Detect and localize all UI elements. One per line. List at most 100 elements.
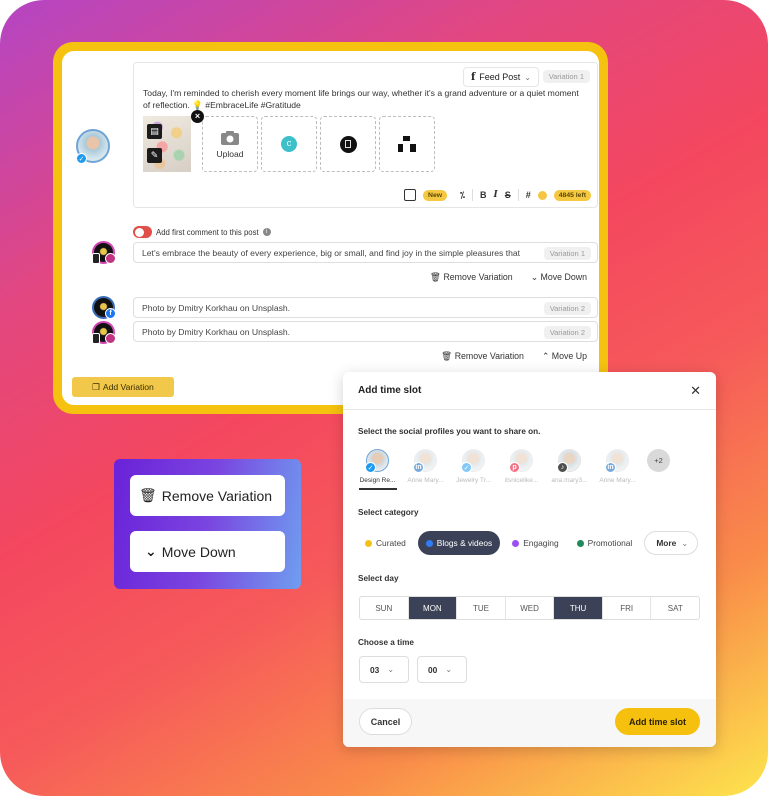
first-comment-toggle[interactable]	[133, 226, 152, 238]
avatar[interactable]	[92, 241, 116, 264]
post-editor[interactable]: f Feed Post ⌄ Variation 1 Today, I'm rem…	[133, 62, 598, 208]
profile-name: itsnicelike...	[504, 477, 539, 484]
hashtag-button[interactable]: #	[526, 190, 531, 200]
day-tue[interactable]: TUE	[457, 597, 506, 619]
more-label: More	[656, 538, 677, 548]
close-icon[interactable]: ×	[191, 110, 204, 123]
category-dot	[425, 539, 433, 547]
pinterest-icon: p	[509, 462, 520, 473]
move-down-label: Move Down	[540, 272, 587, 282]
variation-input[interactable]: Let's embrace the beauty of every experi…	[133, 242, 598, 263]
variation-actions: 🗑 Remove Variation ⌃ Move Up	[441, 351, 587, 362]
category-dot	[576, 539, 584, 547]
day-sat[interactable]: SAT	[651, 597, 699, 619]
avatar[interactable]	[92, 321, 116, 344]
category-blogs-videos[interactable]: Blogs & videos	[417, 531, 501, 555]
add-time-slot-button[interactable]: Add time slot	[615, 708, 700, 735]
category-dot	[512, 539, 520, 547]
italic-button[interactable]: I	[494, 190, 498, 200]
mobile-icon	[92, 253, 100, 264]
camera-icon	[221, 130, 239, 145]
editor-toolbar: New ⁒ B I S # 4845 left	[404, 189, 591, 201]
move-up-button[interactable]: ⌃ Move Up	[542, 351, 587, 362]
avatar: ♪	[557, 449, 581, 473]
toolbar-divider	[517, 189, 519, 201]
profile-item[interactable]: in Anne Mary...	[407, 449, 444, 484]
google-drive-button[interactable]	[320, 116, 376, 172]
instagram-icon	[105, 253, 116, 264]
remove-variation-button[interactable]: 🗑 Remove Variation	[430, 272, 513, 283]
remove-variation-button[interactable]: 🗑 Remove Variation	[130, 475, 285, 516]
hour-select[interactable]: 03 ⌄	[359, 656, 409, 683]
facebook-icon: f	[105, 308, 116, 319]
unsplash-button[interactable]	[379, 116, 435, 172]
minute-select[interactable]: 00 ⌄	[417, 656, 467, 683]
day-wed[interactable]: WED	[506, 597, 555, 619]
info-icon[interactable]: i	[262, 228, 271, 236]
more-profiles-button[interactable]: +2	[647, 449, 670, 472]
post-type-dropdown[interactable]: f Feed Post ⌄	[462, 67, 539, 87]
chevron-down-icon: ⌄	[387, 665, 395, 674]
profile-item[interactable]: p itsnicelike...	[503, 449, 540, 484]
mobile-icon	[92, 333, 100, 344]
profile-item[interactable]: in Anne Mary...	[599, 449, 636, 484]
variation-text: Photo by Dmitry Korkhau on Unsplash.	[142, 326, 291, 337]
new-badge: New	[423, 189, 448, 201]
day-sun[interactable]: SUN	[360, 597, 409, 619]
emoji-icon[interactable]	[537, 190, 547, 200]
day-mon[interactable]: MON	[408, 597, 458, 619]
post-text[interactable]: Today, I'm reminded to cherish every mom…	[143, 87, 587, 111]
composer-frame: ✓ f Feed Post ⌄ Variation 1 Today, I'm r…	[53, 42, 608, 414]
add-variation-button[interactable]: ❐ Add Variation	[72, 377, 174, 397]
pencil-icon[interactable]: ✎	[147, 148, 162, 163]
modal-header: Add time slot ✕	[343, 372, 716, 410]
chevron-down-icon: ⌄	[445, 665, 453, 674]
variation-input[interactable]: Photo by Dmitry Korkhau on Unsplash. Var…	[133, 297, 598, 318]
media-row: ▤ ✎ × Upload c	[143, 110, 435, 172]
modal-footer: Cancel Add time slot	[343, 699, 716, 747]
bold-button[interactable]: B	[480, 190, 487, 200]
profile-item[interactable]: ✓ Design Re...	[359, 449, 397, 490]
day-thu[interactable]: THU	[554, 597, 603, 619]
post-composer: ✓ f Feed Post ⌄ Variation 1 Today, I'm r…	[62, 51, 599, 405]
variation-input[interactable]: Photo by Dmitry Korkhau on Unsplash. Var…	[133, 321, 598, 342]
variation-tag: Variation 1	[543, 247, 591, 260]
avatar[interactable]: f	[92, 296, 116, 319]
move-down-button[interactable]: ⌄ Move Down	[130, 531, 285, 572]
remove-variation-button[interactable]: 🗑 Remove Variation	[441, 351, 524, 362]
close-icon[interactable]: ✕	[690, 383, 701, 399]
remove-variation-label: Remove Variation	[443, 272, 513, 282]
media-thumbnail[interactable]: ▤ ✎ ×	[143, 110, 204, 172]
category-promotional[interactable]: Promotional	[571, 531, 639, 555]
category-curated[interactable]: Curated	[359, 531, 412, 555]
profile-name: ana.mary3...	[551, 477, 588, 484]
avatar: ✓	[461, 449, 485, 473]
variation-tag: Variation 1	[542, 70, 590, 83]
avatar[interactable]: ✓	[76, 129, 110, 164]
category-label: Promotional	[587, 538, 633, 548]
category-engaging[interactable]: Engaging	[506, 531, 564, 555]
profile-item[interactable]: ♪ ana.mary3...	[551, 449, 588, 484]
move-down-button[interactable]: ⌄ Move Down	[531, 272, 587, 283]
magic-wand-icon[interactable]: ⁒	[460, 190, 465, 201]
canva-button[interactable]: c	[261, 116, 317, 172]
upload-button[interactable]: Upload	[202, 116, 258, 172]
facebook-icon: f	[470, 71, 476, 83]
profile-name: Design Re...	[359, 477, 396, 484]
profile-name: Anne Mary...	[407, 477, 444, 484]
strikethrough-button[interactable]: S	[505, 190, 511, 200]
crop-icon[interactable]: ▤	[147, 124, 162, 139]
variation-tag: Variation 2	[543, 302, 591, 315]
cancel-button[interactable]: Cancel	[359, 708, 412, 735]
day-fri[interactable]: FRI	[603, 597, 652, 619]
ai-chip-icon[interactable]	[404, 189, 417, 201]
modal-title: Add time slot	[358, 385, 422, 396]
category-label: Blogs & videos	[436, 538, 493, 548]
category-label: Select category	[358, 508, 419, 517]
canva-icon: c	[281, 136, 297, 152]
char-count-badge: 4845 left	[553, 189, 591, 201]
variation-text: Let's embrace the beauty of every experi…	[142, 247, 521, 258]
profile-item[interactable]: ✓ Jewelry Tr...	[455, 449, 492, 484]
more-categories-dropdown[interactable]: More ⌄	[644, 531, 699, 555]
profiles-label: Select the social profiles you want to s…	[358, 427, 541, 436]
